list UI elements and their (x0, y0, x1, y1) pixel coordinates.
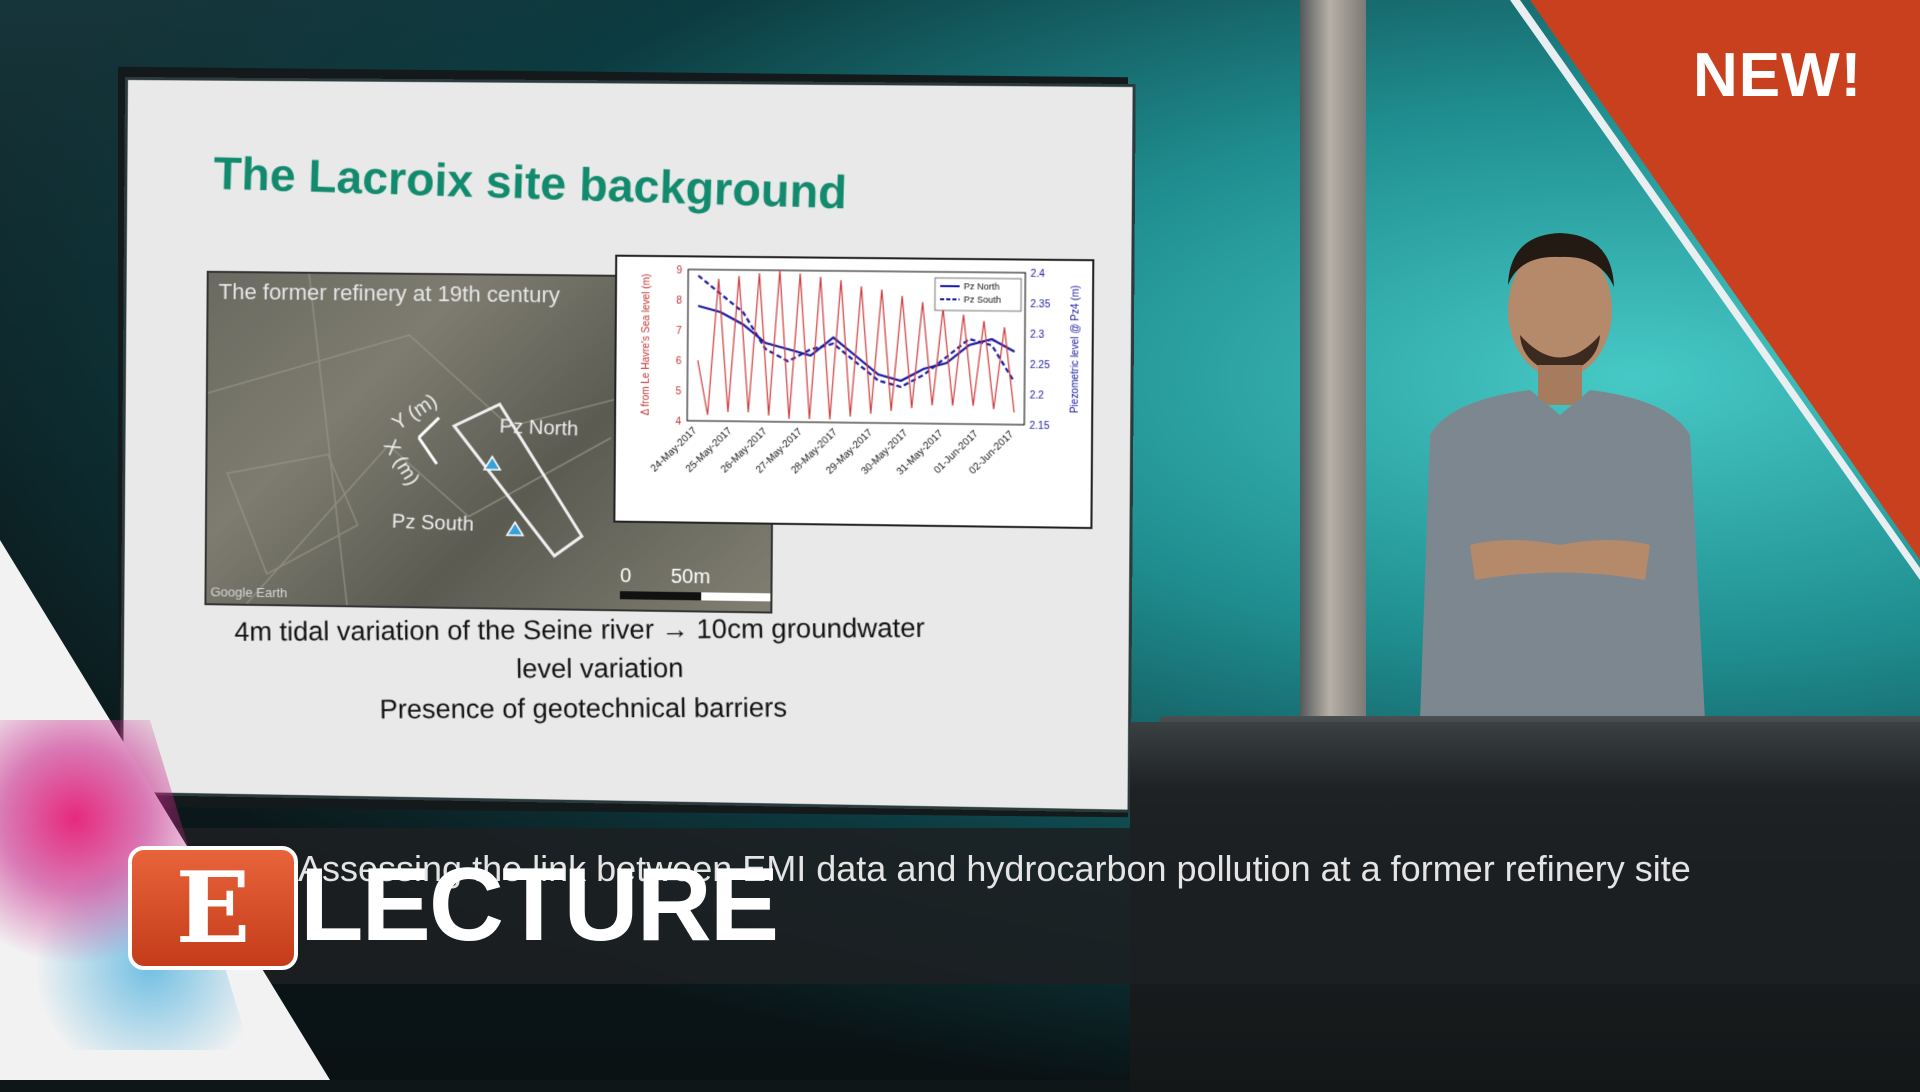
y-right-tick-label: 2.15 (1029, 421, 1050, 432)
studio-pillar (1300, 0, 1366, 720)
new-label: NEW! (1693, 40, 1862, 111)
y-tick-label: 6 (676, 356, 682, 367)
pz-south-marker (507, 522, 523, 535)
y-axis-title: Δ from Le Havre's Sea level (m) (640, 274, 652, 416)
y-tick-label: 7 (676, 326, 682, 337)
y-tick-label: 9 (676, 265, 682, 276)
y-tick-label: 5 (676, 386, 682, 397)
slide-body-line-3: Presence of geotechnical barriers (379, 692, 787, 725)
e-logo-badge: E (128, 846, 298, 970)
y-tick-label: 4 (675, 417, 681, 428)
slide-title: The Lacroix site background (213, 146, 848, 220)
scale-zero: 0 (620, 565, 631, 588)
legend-label: Pz North (964, 281, 1000, 291)
water-level-chart: 4567892.152.22.252.32.352.424-May-201725… (613, 255, 1094, 529)
scale-max: 50m (671, 566, 711, 590)
e-logo-letter: E (176, 851, 251, 966)
pz-north-marker (484, 456, 500, 469)
pz-south-label: Pz South (392, 510, 475, 536)
pz-north-label: Pz North (499, 415, 578, 441)
chart-canvas: 4567892.152.22.252.32.352.424-May-201725… (615, 257, 1092, 527)
map-caption: The former refinery at 19th century (219, 279, 560, 309)
presenter-figure (1360, 215, 1760, 720)
slide-body-line-2: level variation (516, 653, 684, 685)
y-right-tick-label: 2.3 (1030, 330, 1045, 341)
y-right-tick-label: 2.25 (1030, 360, 1051, 371)
slide-body-line-1: 4m tidal variation of the Seine river → … (234, 613, 925, 648)
y-tick-label: 8 (676, 296, 682, 307)
map-credit: Google Earth (210, 584, 287, 600)
y-right-tick-label: 2.4 (1030, 269, 1045, 280)
y-right-axis-title: Piezometric level @ Pz4 (m) (1070, 285, 1082, 413)
presentation-slide: The Lacroix site background The former r… (123, 80, 1133, 810)
y-right-tick-label: 2.2 (1030, 390, 1045, 401)
y-right-tick-label: 2.35 (1030, 299, 1051, 310)
lecture-wordmark: LECTURE (300, 846, 777, 965)
legend-label: Pz South (964, 294, 1001, 305)
